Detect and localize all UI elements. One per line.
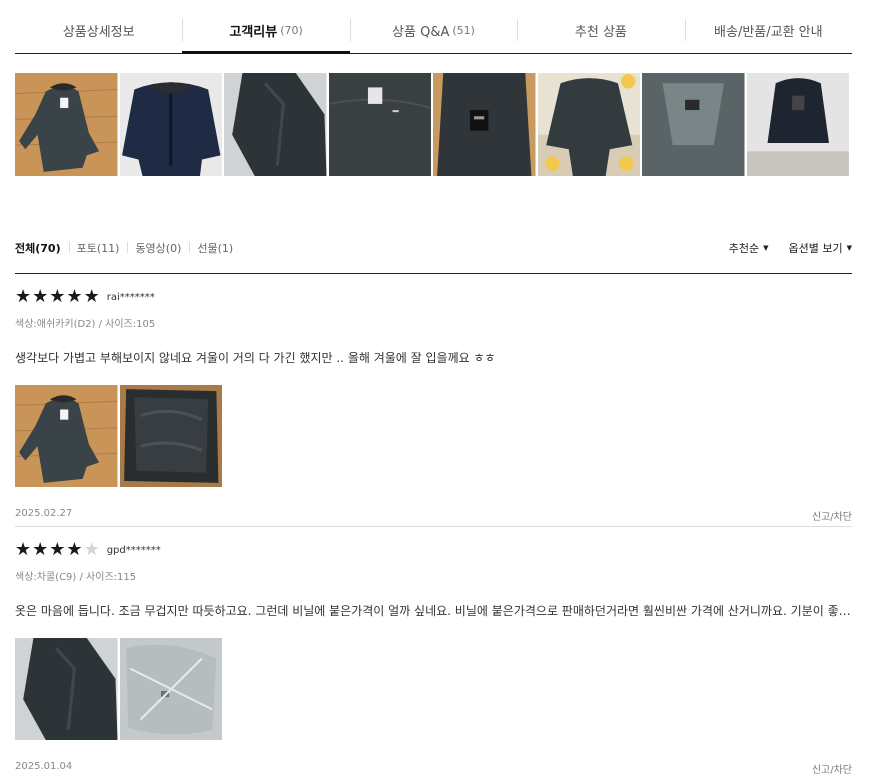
tab-customer-reviews[interactable]: 고객리뷰 (70) [182, 8, 351, 54]
filter-photo[interactable]: 포토(11) [68, 240, 128, 256]
photo-thumbnail[interactable] [119, 73, 222, 176]
review-photo[interactable] [15, 638, 118, 740]
tab-product-qna[interactable]: 상품 Q&A (51) [349, 8, 517, 53]
sort-controls: 추천순 ▼ 옵션별 보기 ▼ [729, 240, 852, 256]
star-icon: ★ [49, 286, 66, 307]
review-date: 2025.01.04 [15, 761, 73, 772]
star-icon: ★ [15, 286, 32, 307]
tab-recommended[interactable]: 추천 상품 [517, 8, 684, 53]
tab-product-detail[interactable]: 상품상세정보 [15, 8, 182, 53]
report-block-link[interactable]: 신고/차단 [812, 761, 852, 776]
tab-label: 상품상세정보 [62, 25, 135, 40]
caret-down-icon: ▼ [846, 244, 852, 252]
star-icon: ★ [66, 539, 83, 560]
star-icon: ★ [32, 286, 49, 307]
review-date: 2025.02.27 [15, 508, 73, 519]
star-icon: ★ [15, 539, 32, 560]
tab-label: 고객리뷰 [229, 25, 278, 40]
star-icon: ★ [66, 286, 83, 307]
option-view-dropdown[interactable]: 옵션별 보기 ▼ [789, 240, 853, 256]
product-tabs: 상품상세정보 고객리뷰 (70) 상품 Q&A (51) 추천 상품 배송/반품… [15, 8, 852, 54]
sort-label: 추천순 [728, 242, 760, 255]
review-photo[interactable] [119, 385, 222, 487]
star-icon: ★ [83, 539, 100, 560]
star-icon: ★ [32, 539, 49, 560]
caret-down-icon: ▼ [763, 244, 769, 252]
review-filter-bar: 전체(70) 포토(11) 동영상(0) 선물(1) 추천순 ▼ 옵션별 보기 … [15, 240, 852, 274]
purchase-option: 색상:차콜(C9) / 사이즈:115 [15, 572, 137, 583]
review-filters: 전체(70) 포토(11) 동영상(0) 선물(1) [15, 240, 241, 256]
reviewer-id: gpd******* [106, 544, 161, 556]
review-photo[interactable] [119, 638, 222, 740]
purchase-option: 색상:애쉬카키(D2) / 사이즈:105 [15, 319, 156, 330]
review-body: 옷은 마음에 듭니다. 조금 무겁지만 따듯하고요. 그런데 비닐에 붙은가격이… [15, 604, 852, 618]
review-item: ★ ★ ★ ★ ★ rai******* 색상:애쉬카키(D2) / 사이즈:1… [15, 286, 852, 523]
tab-count: (70) [280, 24, 303, 37]
review-photos [15, 385, 852, 487]
tab-label: 상품 Q&A [392, 25, 450, 40]
star-icon: ★ [83, 286, 100, 307]
photo-thumbnail[interactable] [642, 73, 745, 176]
report-block-link[interactable]: 신고/차단 [812, 508, 852, 523]
photo-thumbnail[interactable] [224, 73, 327, 176]
photo-thumbnail[interactable] [15, 73, 118, 176]
review-body: 생각보다 가볍고 부해보이지 않네요 겨울이 거의 다 가긴 했지만 .. 올해… [15, 351, 496, 365]
sort-label: 옵션별 보기 [788, 242, 843, 255]
tab-shipping-info[interactable]: 배송/반품/교환 안내 [684, 8, 852, 53]
photo-review-strip [15, 73, 850, 176]
star-icon: ★ [49, 539, 66, 560]
photo-thumbnail[interactable] [537, 73, 640, 176]
star-rating: ★ ★ ★ ★ ★ [15, 286, 100, 307]
review-photos [15, 638, 852, 740]
sort-recommended-dropdown[interactable]: 추천순 ▼ [729, 240, 769, 256]
filter-video[interactable]: 동영상(0) [127, 240, 189, 256]
review-photo[interactable] [15, 385, 118, 487]
tab-count: (51) [452, 24, 475, 37]
review-divider [15, 526, 852, 527]
photo-thumbnail[interactable] [746, 73, 849, 176]
star-rating: ★ ★ ★ ★ ★ [15, 539, 100, 560]
tab-label: 배송/반품/교환 안내 [714, 25, 823, 40]
reviewer-id: rai******* [106, 291, 155, 303]
photo-thumbnail[interactable] [433, 73, 536, 176]
photo-thumbnail[interactable] [328, 73, 431, 176]
tab-label: 추천 상품 [574, 25, 627, 40]
filter-all[interactable]: 전체(70) [15, 240, 69, 256]
filter-gift[interactable]: 선물(1) [189, 240, 241, 256]
review-item: ★ ★ ★ ★ ★ gpd******* 색상:차콜(C9) / 사이즈:115… [15, 539, 852, 776]
